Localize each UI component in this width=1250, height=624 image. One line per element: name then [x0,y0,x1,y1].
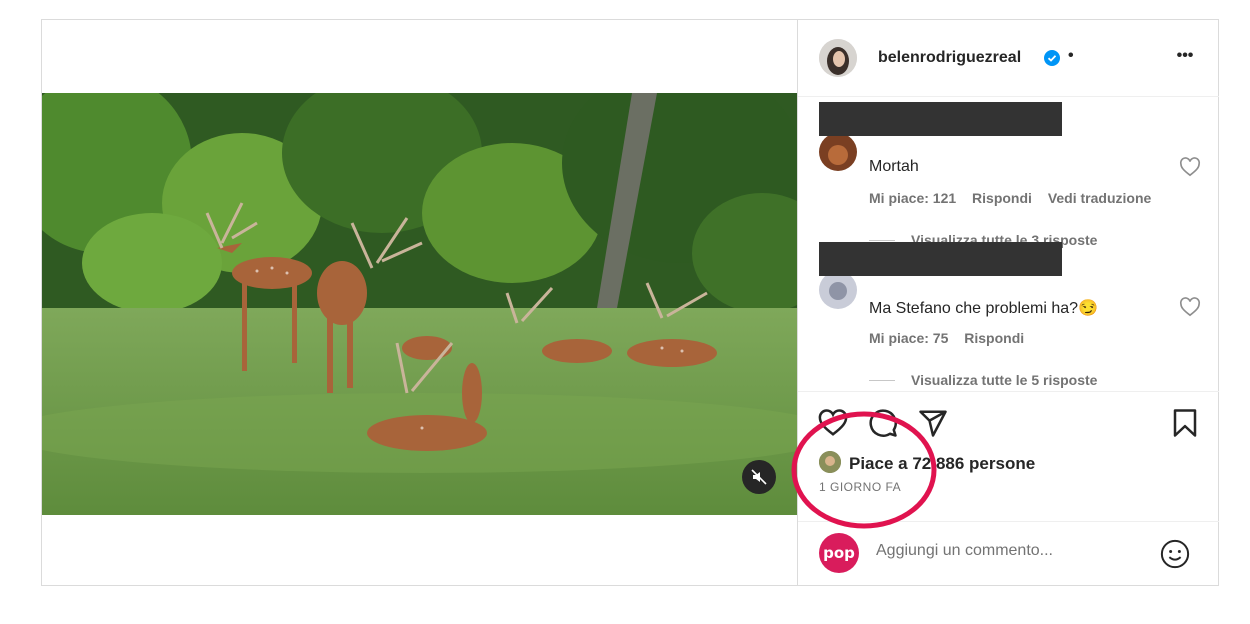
comment-like-icon[interactable] [1179,157,1201,177]
post-header: belenrodriguezreal • ••• [798,20,1219,97]
post-sidebar: belenrodriguezreal • ••• Mortah Mi piace… [798,20,1219,585]
verified-icon [1044,50,1060,66]
more-icon[interactable]: ••• [1173,40,1197,72]
mute-icon [751,469,767,485]
bookmark-icon[interactable] [1170,408,1200,438]
mute-button[interactable] [742,460,776,494]
heart-icon[interactable] [818,408,848,438]
author-avatar[interactable] [819,39,857,77]
emoji-icon[interactable] [1160,539,1190,569]
share-icon[interactable] [918,408,948,438]
replies-divider [869,239,895,241]
comment-text: Ma Stefano che problemi ha?😏 [869,300,1098,317]
comment-text: Mortah [869,158,919,175]
comment-icon[interactable] [868,408,898,438]
liker-avatar[interactable] [819,451,841,473]
instagram-post: belenrodriguezreal • ••• Mortah Mi piace… [41,19,1219,586]
redacted-username [819,102,1062,136]
commenter-avatar[interactable] [819,133,857,171]
reply-button[interactable]: Rispondi [964,330,1024,346]
commenter-avatar[interactable] [819,271,857,309]
comment-meta: Mi piace: 75 Rispondi [869,330,1036,346]
action-bar: Piace a 72.886 persone 1 GIORNO FA [798,391,1219,522]
likes-count[interactable]: Piace a 72.886 persone [849,454,1035,474]
header-separator: • [1068,47,1074,64]
view-replies-label: Visualizza tutte le 5 risposte [911,372,1098,388]
reply-button[interactable]: Rispondi [972,190,1032,206]
translate-button[interactable]: Vedi traduzione [1048,190,1151,206]
comment-likes[interactable]: Mi piace: 121 [869,190,956,206]
deer-video[interactable] [42,93,797,515]
comment-input[interactable] [874,541,1138,561]
comment-like-icon[interactable] [1179,297,1201,317]
post-date[interactable]: 1 GIORNO FA [819,480,901,494]
post-media [42,20,798,585]
comment-composer: pop [798,521,1219,586]
replies-divider [869,379,895,381]
comments-list: Mortah Mi piace: 121 Rispondi Vedi tradu… [798,97,1219,390]
comment-meta: Mi piace: 121 Rispondi Vedi traduzione [869,190,1163,206]
comment-likes[interactable]: Mi piace: 75 [869,330,948,346]
redacted-username [819,242,1062,276]
current-user-avatar[interactable]: pop [819,533,859,573]
author-username[interactable]: belenrodriguezreal [878,49,1021,67]
view-replies-button[interactable]: Visualizza tutte le 5 risposte [869,372,1097,388]
